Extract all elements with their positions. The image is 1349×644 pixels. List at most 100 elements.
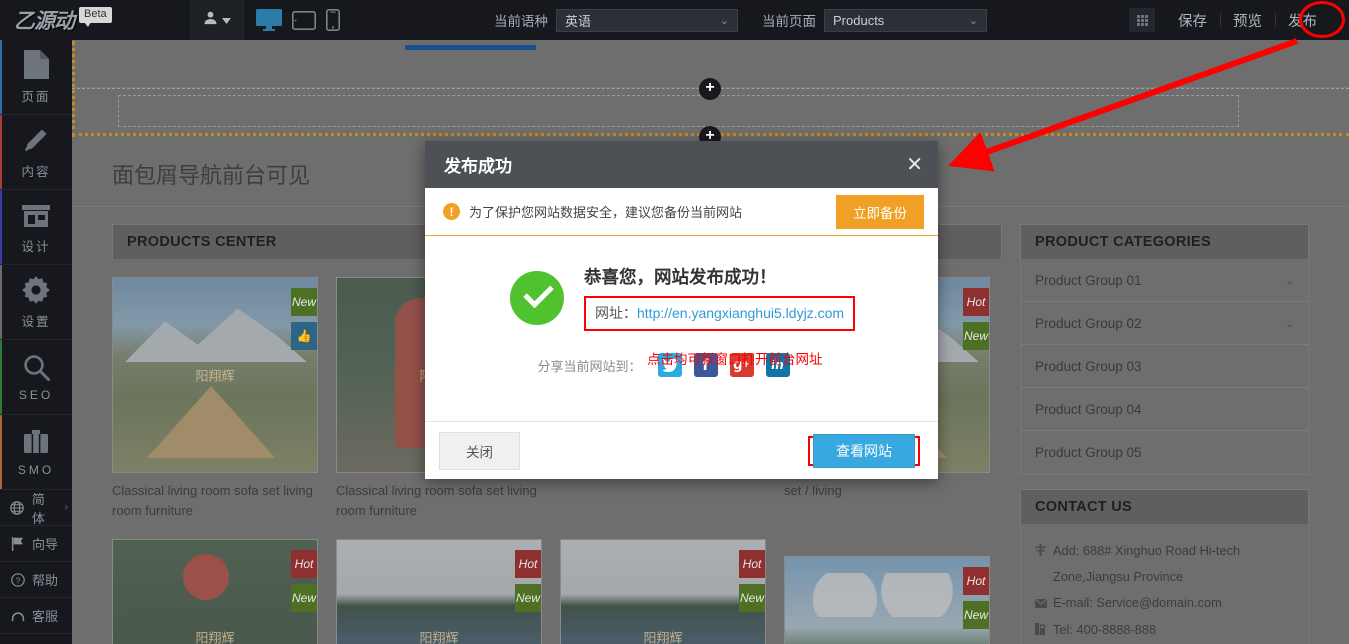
sidebar-column: PRODUCT CATEGORIES Product Group 01 ⌄ Pr… [1020,224,1309,644]
sidebar-item-label: SMO [18,463,54,477]
backup-warning-bar: ! 为了保护您网站数据安全，建议您备份当前网站 立即备份 [425,188,938,236]
category-row[interactable]: Product Group 01 ⌄ [1021,259,1308,302]
mobile-phone-icon[interactable] [326,9,340,31]
active-marker [0,40,2,114]
status-badge-new: New [739,584,765,612]
success-block: 恭喜您，网站发布成功！ 网址： http://en.yangxianghui5.… [425,236,938,331]
language-select[interactable]: 英语 ⌄ [556,9,738,32]
backup-now-button[interactable]: 立即备份 [836,195,924,229]
close-x-icon[interactable]: ✕ [906,155,923,175]
question-circle-icon: ? [10,573,25,587]
image-watermark: 阳翔辉 [419,628,458,644]
dialog-footer: 关闭 查看网站 [425,421,938,479]
product-caption[interactable]: Classical living room sofa set living ro… [336,473,542,521]
product-card[interactable]: 阳翔辉 Hot New [784,556,990,644]
product-card[interactable]: 阳翔辉 Hot New [560,539,766,644]
category-label: Product Group 02 [1035,316,1142,331]
brand-logo[interactable]: 乙源动 Beta [0,0,190,40]
tablet-icon[interactable] [292,11,316,30]
page-value: Products [833,13,959,28]
headset-support-icon [10,609,25,623]
category-row[interactable]: Product Group 05 [1021,431,1308,474]
active-nav-indicator [405,45,536,50]
contact-text: E-mail: Service@domain.com [1053,590,1294,616]
chevron-right-icon: › [65,502,72,513]
site-url-link[interactable]: http://en.yangxianghui5.ldyjz.com [637,305,844,321]
product-categories-list: Product Group 01 ⌄ Product Group 02 ⌄ Pr… [1020,259,1309,475]
phone-icon [1035,617,1048,644]
editor-drop-zone[interactable] [118,95,1239,127]
sidebar-item-label: 内容 [21,161,50,180]
page-select[interactable]: Products ⌄ [824,9,987,32]
thumbs-up-icon: 👍 [291,322,317,350]
top-toolbar: 乙源动 Beta 当前语种 英语 ⌄ 当前页面 Products ⌄ [0,0,1349,40]
chevron-down-icon[interactable]: ⌄ [1285,317,1294,330]
status-badge-hot: Hot [291,550,317,578]
sidebar-item-language[interactable]: 简体 › [0,490,72,526]
svg-text:?: ? [15,575,20,585]
status-badge-hot: Hot [739,550,765,578]
sidebar-item-settings[interactable]: 设置 [0,265,72,340]
chevron-down-icon: ⌄ [969,14,978,27]
sidebar-item-smo[interactable]: SMO [0,415,72,490]
magnifier-search-icon [23,352,50,382]
share-label: 分享当前网站到： [537,356,641,375]
product-grid-row-2: 阳翔辉 Hot New 阳翔辉 Hot New [112,521,1002,644]
product-thumbnail[interactable]: 阳翔辉 New 👍 [112,277,318,473]
success-text-block: 恭喜您，网站发布成功！ 网址： http://en.yangxianghui5.… [584,264,855,331]
active-marker [0,115,2,189]
dialog-body: 恭喜您，网站发布成功！ 网址： http://en.yangxianghui5.… [425,236,938,421]
sidebar-item-support[interactable]: 客服 [0,598,72,634]
briefcase-icon [23,427,49,457]
product-thumbnail[interactable]: 阳翔辉 Hot New [560,539,766,644]
dialog-header: 发布成功 ✕ [425,141,938,188]
category-label: Product Group 01 [1035,273,1142,288]
product-card[interactable]: 阳翔辉 Hot New [112,539,318,644]
status-badge-new: New [963,601,989,629]
beta-badge: Beta [79,7,112,23]
category-row[interactable]: Product Group 04 [1021,388,1308,431]
sidebar-item-label: SEO [19,388,53,402]
green-check-circle-icon [510,271,564,325]
product-caption[interactable]: Classical living room sofa set living ro… [112,473,318,521]
category-label: Product Group 04 [1035,402,1142,417]
save-button[interactable]: 保存 [1165,10,1220,31]
product-thumbnail[interactable]: 阳翔辉 Hot New [784,556,990,644]
publish-button[interactable]: 发布 [1275,10,1337,31]
product-card[interactable]: 阳翔辉 New 👍 Classical living room sofa set… [112,277,318,521]
storefront-design-icon [22,200,50,230]
url-label: 网址： [595,303,637,323]
sidebar-item-help[interactable]: ? 帮助 [0,562,72,598]
grid-layout-icon[interactable] [1129,8,1155,32]
view-site-button[interactable]: 查看网站 [813,434,915,468]
status-badge-new: New [291,288,317,316]
view-site-highlight: 查看网站 [808,436,920,466]
add-section-above-button[interactable]: + [699,78,721,100]
category-row[interactable]: Product Group 03 [1021,345,1308,388]
user-avatar-icon [203,10,218,30]
sidebar-item-guide[interactable]: 向导 [0,526,72,562]
contact-text: Add: 688# Xinghuo Road Hi-tech Zone,Jian… [1053,538,1294,590]
close-button[interactable]: 关闭 [439,432,520,470]
sidebar-item-pages[interactable]: 页面 [0,40,72,115]
product-thumbnail[interactable]: 阳翔辉 Hot New [336,539,542,644]
sidebar-item-label: 帮助 [32,570,58,589]
category-row[interactable]: Product Group 02 ⌄ [1021,302,1308,345]
contact-us-body: Add: 688# Xinghuo Road Hi-tech Zone,Jian… [1020,524,1309,644]
sidebar-item-seo[interactable]: SEO [0,340,72,415]
product-card[interactable]: 阳翔辉 Hot New [336,539,542,644]
editor-selected-section[interactable]: + + [72,88,1349,136]
product-thumbnail[interactable]: 阳翔辉 Hot New [112,539,318,644]
active-marker [0,190,2,264]
user-menu[interactable] [191,0,243,40]
status-badge-hot: Hot [515,550,541,578]
globe-icon [10,501,25,515]
sidebar-item-content[interactable]: 内容 [0,115,72,190]
click-hint-annotation: 点击均可新窗口打开前台网址 [647,348,823,368]
desktop-monitor-icon[interactable] [256,9,282,31]
sidebar-item-design[interactable]: 设计 [0,190,72,265]
chevron-down-icon[interactable]: ⌄ [1285,274,1294,287]
preview-button[interactable]: 预览 [1220,10,1275,31]
status-badge-new: New [291,584,317,612]
category-label: Product Group 03 [1035,359,1142,374]
